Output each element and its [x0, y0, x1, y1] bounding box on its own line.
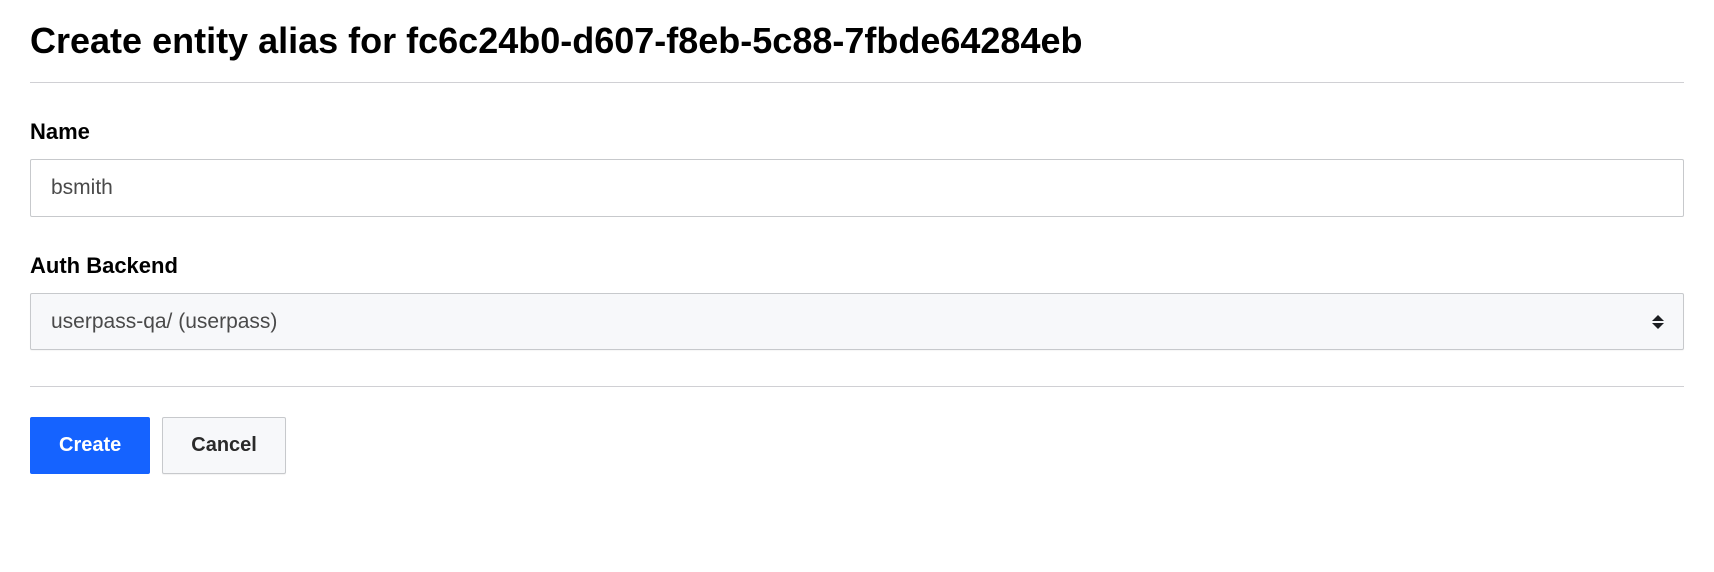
create-button[interactable]: Create	[30, 417, 150, 474]
form-divider	[30, 386, 1684, 387]
page-title: Create entity alias for fc6c24b0-d607-f8…	[30, 20, 1684, 83]
cancel-button[interactable]: Cancel	[162, 417, 286, 474]
auth-backend-label: Auth Backend	[30, 253, 1684, 279]
name-input[interactable]	[30, 159, 1684, 217]
action-buttons: Create Cancel	[30, 417, 1684, 474]
auth-backend-select-wrapper: userpass-qa/ (userpass)	[30, 293, 1684, 350]
auth-backend-select[interactable]: userpass-qa/ (userpass)	[30, 293, 1684, 350]
name-label: Name	[30, 119, 1684, 145]
auth-backend-field-group: Auth Backend userpass-qa/ (userpass)	[30, 253, 1684, 350]
name-field-group: Name	[30, 119, 1684, 217]
